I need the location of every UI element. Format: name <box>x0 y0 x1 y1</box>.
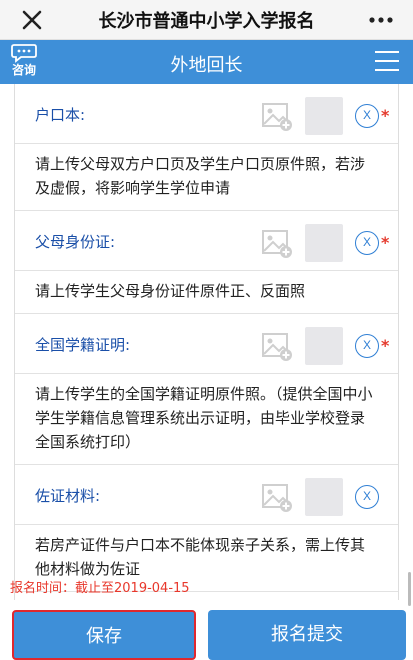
document-label: 全国学籍证明: <box>35 336 131 354</box>
delete-button[interactable]: X <box>355 485 379 509</box>
required-mark: * <box>381 106 390 125</box>
document-section: 户口本: X * 请上传父母双方户口页及学生户口页原件照，若涉及虚假，将影响学生… <box>15 84 398 211</box>
add-image-icon[interactable] <box>261 481 293 513</box>
document-section: 父母身份证: X * 请上传学生父母身份证件原件正、反面照 <box>15 211 398 314</box>
submit-button[interactable]: 报名提交 <box>208 610 406 660</box>
required-mark: * <box>381 233 390 252</box>
add-image-icon[interactable] <box>261 100 293 132</box>
image-thumbnail[interactable] <box>305 224 343 262</box>
document-note: 请上传学生的全国学籍证明原件照。（提供全国中小学生学籍信息管理系统出示证明，由毕… <box>15 374 398 465</box>
image-thumbnail[interactable] <box>305 478 343 516</box>
delete-button[interactable]: X <box>355 334 379 358</box>
scrollbar[interactable] <box>408 572 411 606</box>
document-row: 户口本: X * <box>15 84 398 144</box>
image-thumbnail[interactable] <box>305 97 343 135</box>
close-icon[interactable] <box>18 6 46 34</box>
document-row: 父母身份证: X * <box>15 211 398 271</box>
document-row: 佐证材料: X <box>15 465 398 525</box>
chat-bubble-icon <box>11 44 37 63</box>
deadline-text: 报名时间：截止至2019-04-15 <box>10 581 190 596</box>
title-bar: 长沙市普通中小学入学报名 <box>0 0 413 40</box>
document-label: 户口本: <box>35 106 86 124</box>
delete-button[interactable]: X <box>355 104 379 128</box>
header-title: 外地回长 <box>170 55 243 76</box>
document-note: 请上传学生父母身份证件原件正、反面照 <box>15 271 398 314</box>
document-label: 父母身份证: <box>35 233 116 251</box>
document-row: 全国学籍证明: X * <box>15 314 398 374</box>
document-label: 佐证材料: <box>35 487 101 505</box>
add-image-icon[interactable] <box>261 330 293 362</box>
menu-icon[interactable] <box>375 51 399 73</box>
delete-button[interactable]: X <box>355 231 379 255</box>
more-icon[interactable] <box>367 8 395 32</box>
upload-form: 户口本: X * 请上传父母双方户口页及学生户口页原件照，若涉及虚假，将影响学生… <box>14 84 399 600</box>
page-title: 长沙市普通中小学入学报名 <box>98 11 315 32</box>
document-note: 请上传父母双方户口页及学生户口页原件照，若涉及虚假，将影响学生学位申请 <box>15 144 398 211</box>
document-section: 佐证材料: X 若房产证件与户口本不能体现亲子关系，需上传其他材料做为佐证 <box>15 465 398 592</box>
image-thumbnail[interactable] <box>305 327 343 365</box>
save-button[interactable]: 保存 <box>12 610 196 660</box>
consult-button[interactable]: 咨询 <box>4 42 44 82</box>
consult-label: 咨询 <box>11 63 36 77</box>
document-section: 全国学籍证明: X * 请上传学生的全国学籍证明原件照。（提供全国中小学生学籍信… <box>15 314 398 465</box>
add-image-icon[interactable] <box>261 227 293 259</box>
header-bar: 咨询 外地回长 <box>0 40 413 84</box>
required-mark: * <box>381 336 390 355</box>
